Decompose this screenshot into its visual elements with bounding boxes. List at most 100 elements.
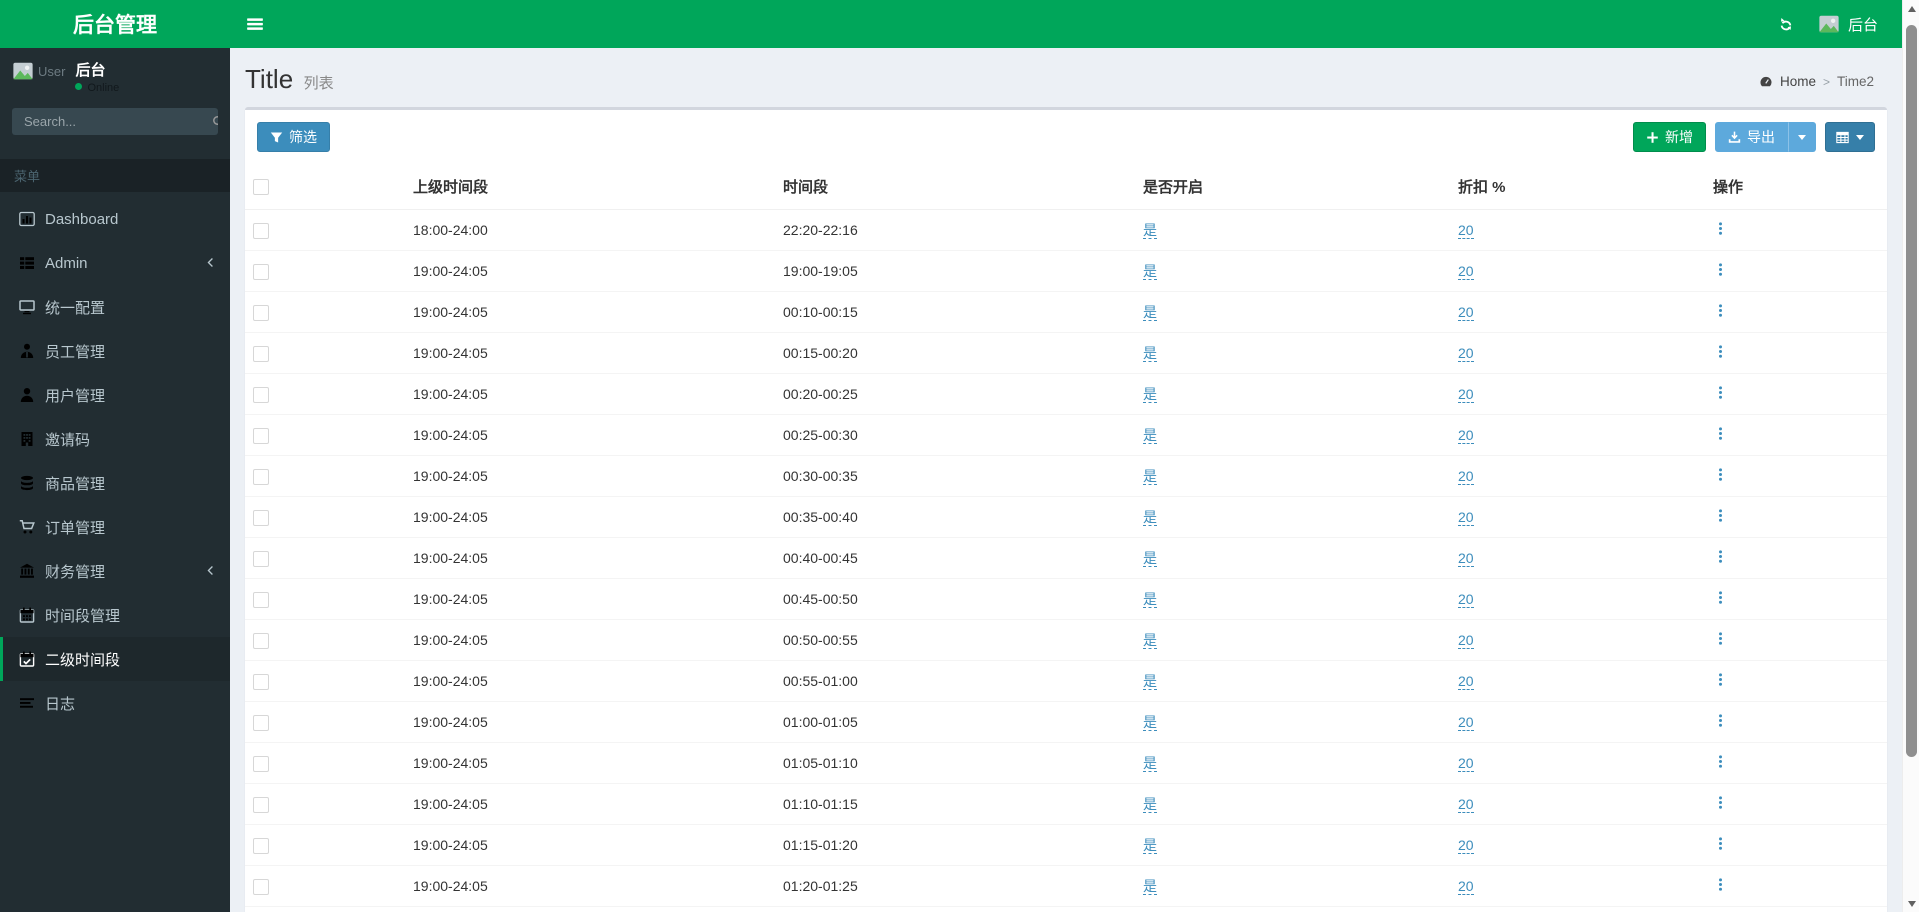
row-checkbox[interactable] — [253, 591, 269, 608]
row-actions-button[interactable] — [1713, 262, 1728, 277]
filter-button[interactable]: 筛选 — [257, 122, 330, 152]
search-button[interactable] — [212, 108, 218, 135]
row-checkbox[interactable] — [253, 509, 269, 526]
discount-edit-link[interactable]: 20 — [1458, 714, 1474, 731]
enabled-edit-link[interactable]: 是 — [1143, 550, 1157, 567]
discount-edit-link[interactable]: 20 — [1458, 386, 1474, 403]
search-input[interactable] — [12, 108, 212, 135]
enabled-edit-link[interactable]: 是 — [1143, 304, 1157, 321]
table-row: 19:00-24:05 01:00-01:05 是 20 — [245, 701, 1887, 743]
discount-edit-link[interactable]: 20 — [1458, 468, 1474, 485]
row-actions-button[interactable] — [1713, 631, 1728, 646]
enabled-edit-link[interactable]: 是 — [1143, 837, 1157, 854]
enabled-edit-link[interactable]: 是 — [1143, 878, 1157, 895]
row-actions-button[interactable] — [1713, 426, 1728, 441]
select-all-checkbox[interactable] — [253, 179, 269, 196]
discount-edit-link[interactable]: 20 — [1458, 263, 1474, 280]
user-menu-button[interactable]: 后台 — [1808, 0, 1888, 48]
discount-edit-link[interactable]: 20 — [1458, 632, 1474, 649]
row-actions-button[interactable] — [1713, 221, 1728, 236]
enabled-edit-link[interactable]: 是 — [1143, 755, 1157, 772]
sidebar-item-admin[interactable]: Admin — [0, 241, 230, 285]
row-actions-button[interactable] — [1713, 508, 1728, 523]
row-checkbox[interactable] — [253, 673, 269, 690]
row-checkbox[interactable] — [253, 878, 269, 895]
row-actions-button[interactable] — [1713, 549, 1728, 564]
sidebar-item-sub-period[interactable]: 二级时间段 — [0, 637, 230, 681]
enabled-edit-link[interactable]: 是 — [1143, 673, 1157, 690]
sidebar-item-unified-config[interactable]: 统一配置 — [0, 285, 230, 329]
brand-logo[interactable]: 后台管理 — [0, 0, 230, 48]
export-dropdown-button[interactable] — [1788, 122, 1816, 152]
enabled-edit-link[interactable]: 是 — [1143, 345, 1157, 362]
sidebar-item-order-mgmt[interactable]: 订单管理 — [0, 505, 230, 549]
sidebar-item-user-mgmt[interactable]: 用户管理 — [0, 373, 230, 417]
breadcrumb-home-link[interactable]: Home — [1780, 74, 1816, 89]
sidebar-item-staff-mgmt[interactable]: 员工管理 — [0, 329, 230, 373]
row-actions-button[interactable] — [1713, 344, 1728, 359]
refresh-button[interactable] — [1764, 0, 1808, 48]
row-actions-button[interactable] — [1713, 385, 1728, 400]
row-actions-button[interactable] — [1713, 877, 1728, 892]
row-checkbox[interactable] — [253, 755, 269, 772]
scrollbar-down-button[interactable] — [1903, 895, 1919, 912]
discount-edit-link[interactable]: 20 — [1458, 837, 1474, 854]
row-actions-button[interactable] — [1713, 795, 1728, 810]
sidebar-item-invite-code[interactable]: 邀请码 — [0, 417, 230, 461]
scrollbar-up-button[interactable] — [1903, 0, 1919, 17]
cell-period: 00:55-01:00 — [775, 660, 1135, 702]
sidebar-item-dashboard[interactable]: Dashboard — [0, 197, 230, 241]
row-actions-button[interactable] — [1713, 303, 1728, 318]
row-checkbox[interactable] — [253, 222, 269, 239]
row-actions-button[interactable] — [1713, 836, 1728, 851]
discount-edit-link[interactable]: 20 — [1458, 222, 1474, 239]
row-actions-button[interactable] — [1713, 590, 1728, 605]
scrollbar-thumb[interactable] — [1906, 25, 1917, 757]
enabled-edit-link[interactable]: 是 — [1143, 509, 1157, 526]
row-checkbox[interactable] — [253, 263, 269, 280]
row-checkbox[interactable] — [253, 550, 269, 567]
enabled-edit-link[interactable]: 是 — [1143, 796, 1157, 813]
cell-period: 01:10-01:15 — [775, 783, 1135, 825]
enabled-edit-link[interactable]: 是 — [1143, 591, 1157, 608]
columns-dropdown-button[interactable] — [1825, 122, 1875, 152]
discount-edit-link[interactable]: 20 — [1458, 304, 1474, 321]
scrollbar — [1902, 0, 1919, 912]
row-checkbox[interactable] — [253, 468, 269, 485]
discount-edit-link[interactable]: 20 — [1458, 878, 1474, 895]
sidebar-item-product-mgmt[interactable]: 商品管理 — [0, 461, 230, 505]
discount-edit-link[interactable]: 20 — [1458, 591, 1474, 608]
enabled-edit-link[interactable]: 是 — [1143, 427, 1157, 444]
enabled-edit-link[interactable]: 是 — [1143, 263, 1157, 280]
enabled-edit-link[interactable]: 是 — [1143, 222, 1157, 239]
export-button[interactable]: 导出 — [1715, 122, 1788, 152]
row-checkbox[interactable] — [253, 304, 269, 321]
discount-edit-link[interactable]: 20 — [1458, 509, 1474, 526]
row-actions-button[interactable] — [1713, 713, 1728, 728]
discount-edit-link[interactable]: 20 — [1458, 427, 1474, 444]
discount-edit-link[interactable]: 20 — [1458, 550, 1474, 567]
discount-edit-link[interactable]: 20 — [1458, 755, 1474, 772]
sidebar-item-logs[interactable]: 日志 — [0, 681, 230, 725]
sidebar-item-finance-mgmt[interactable]: 财务管理 — [0, 549, 230, 593]
discount-edit-link[interactable]: 20 — [1458, 796, 1474, 813]
row-checkbox[interactable] — [253, 632, 269, 649]
enabled-edit-link[interactable]: 是 — [1143, 632, 1157, 649]
row-checkbox[interactable] — [253, 714, 269, 731]
row-checkbox[interactable] — [253, 837, 269, 854]
row-checkbox[interactable] — [253, 386, 269, 403]
row-checkbox[interactable] — [253, 796, 269, 813]
add-button[interactable]: 新增 — [1633, 122, 1706, 152]
row-checkbox[interactable] — [253, 345, 269, 362]
discount-edit-link[interactable]: 20 — [1458, 345, 1474, 362]
sidebar-item-period-mgmt[interactable]: 时间段管理 — [0, 593, 230, 637]
row-actions-button[interactable] — [1713, 754, 1728, 769]
row-checkbox[interactable] — [253, 427, 269, 444]
row-actions-button[interactable] — [1713, 467, 1728, 482]
row-actions-button[interactable] — [1713, 672, 1728, 687]
enabled-edit-link[interactable]: 是 — [1143, 386, 1157, 403]
enabled-edit-link[interactable]: 是 — [1143, 468, 1157, 485]
enabled-edit-link[interactable]: 是 — [1143, 714, 1157, 731]
sidebar-toggle-button[interactable] — [230, 0, 280, 48]
discount-edit-link[interactable]: 20 — [1458, 673, 1474, 690]
